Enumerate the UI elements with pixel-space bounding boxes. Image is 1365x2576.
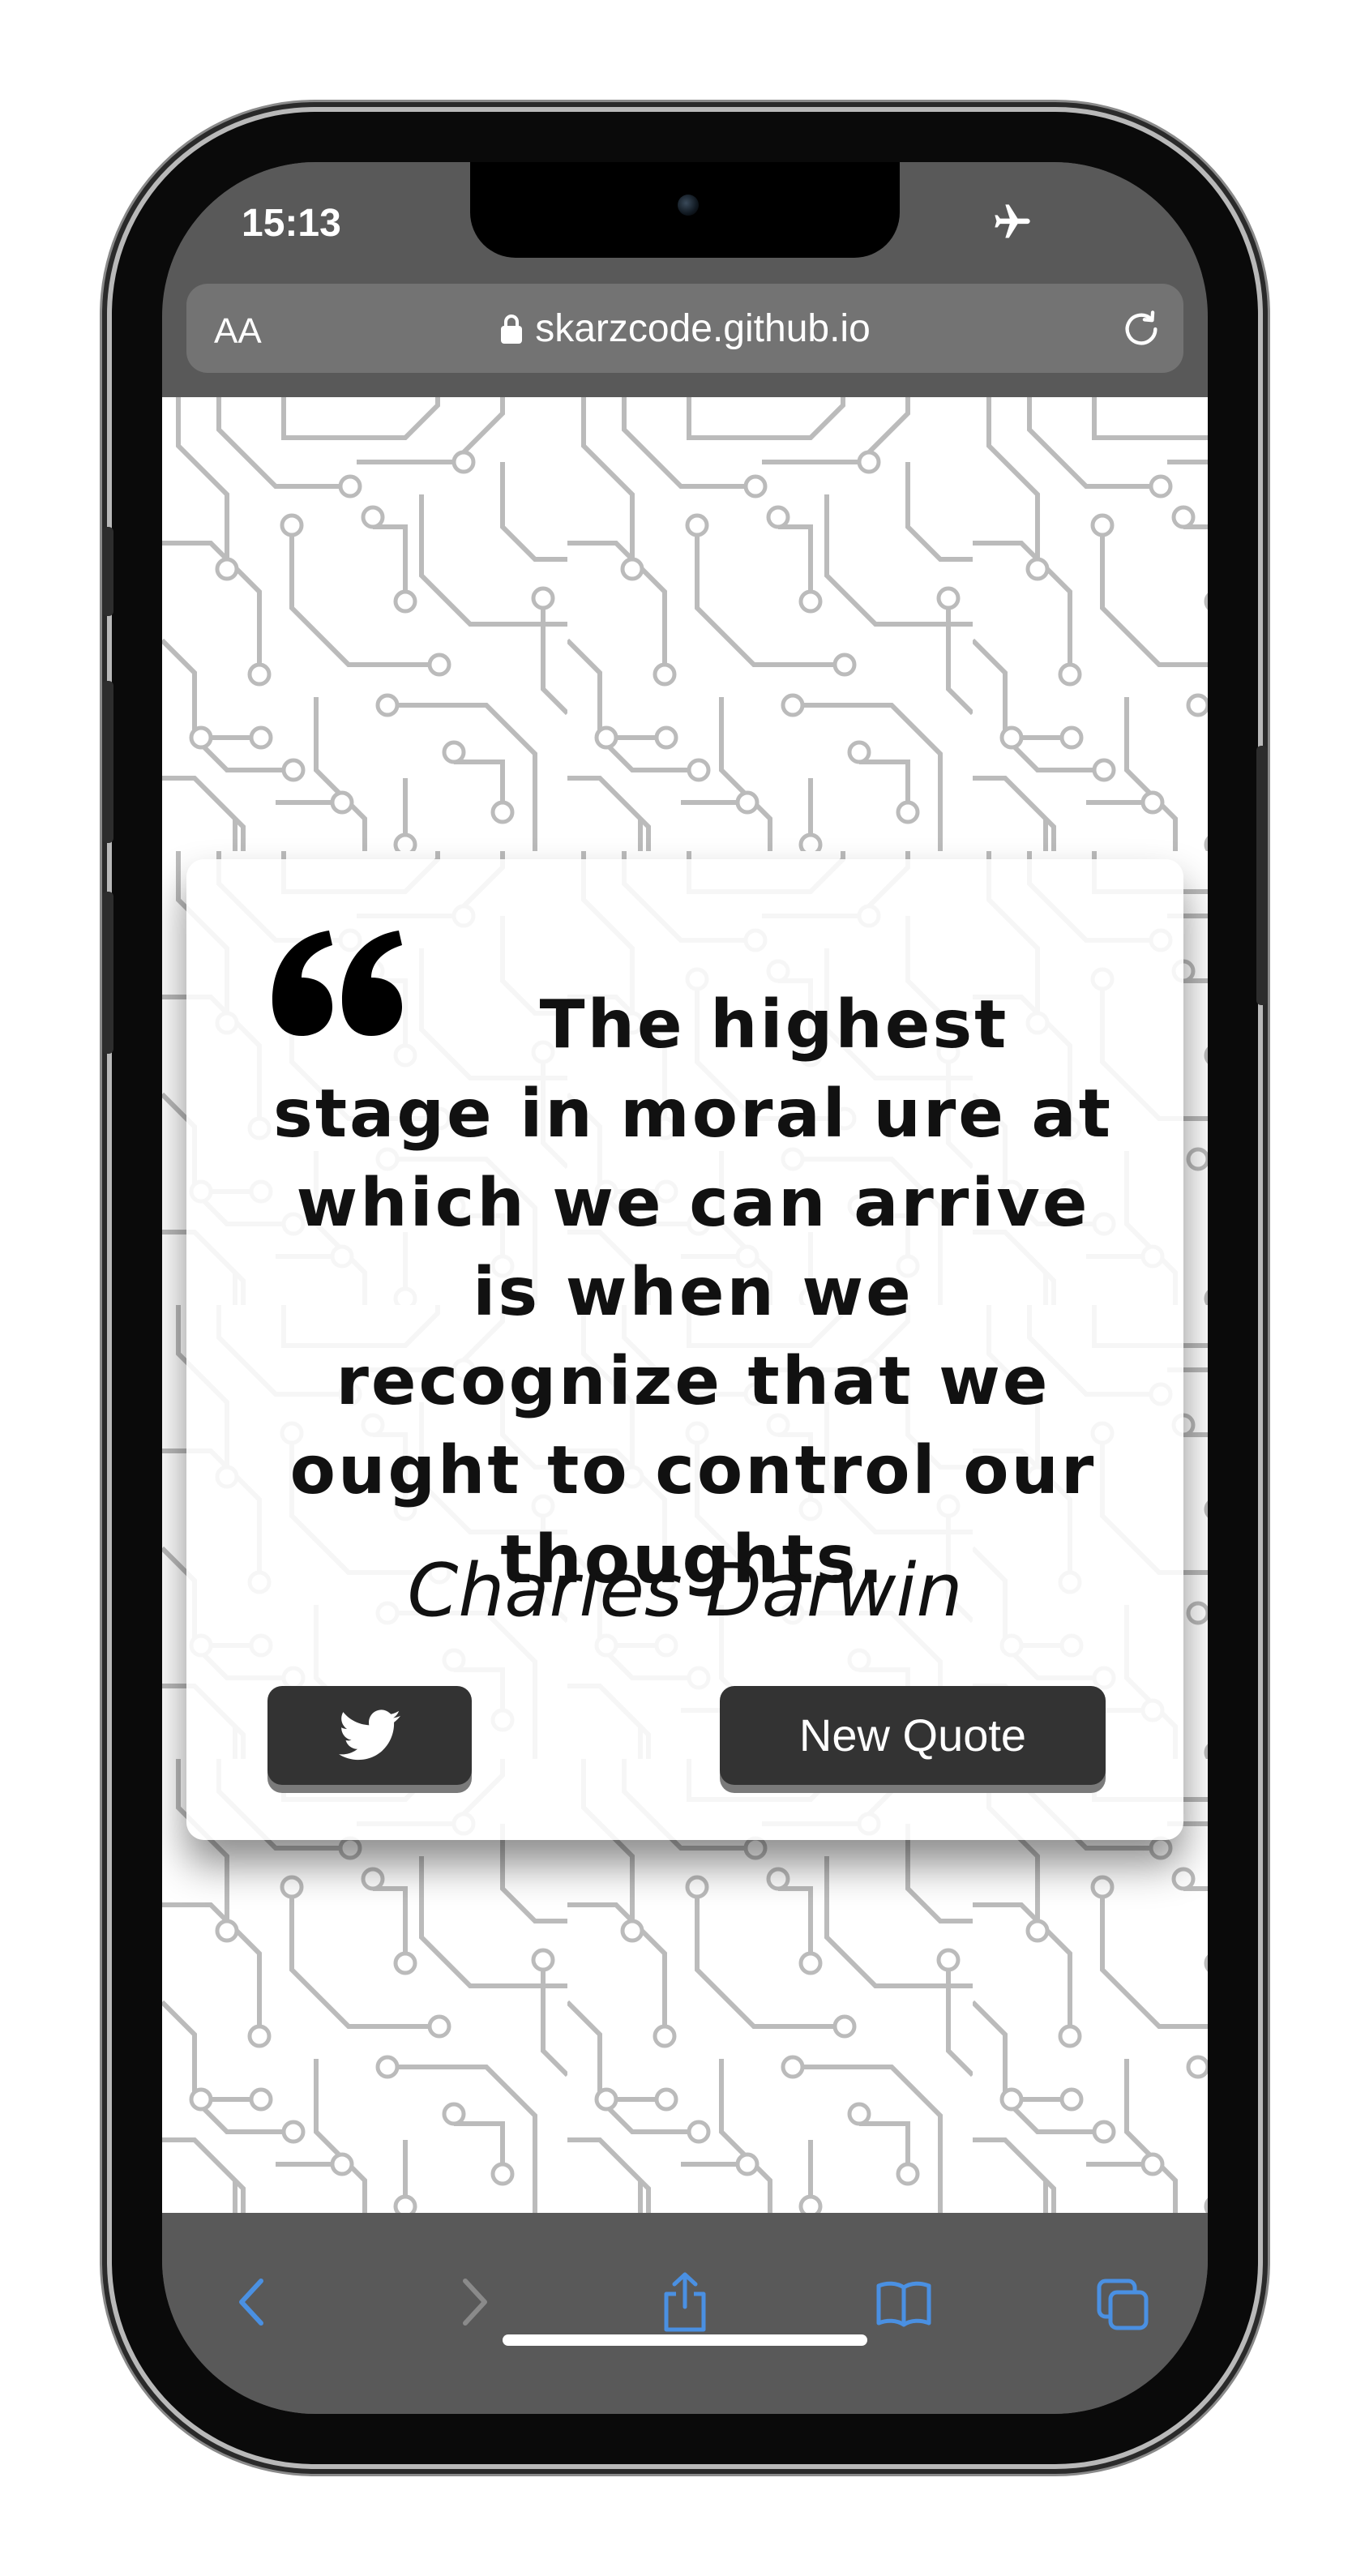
tweet-button[interactable] (267, 1686, 472, 1785)
twitter-icon (339, 1709, 400, 1761)
status-bar: 15:13 (162, 162, 1208, 276)
tabs-icon[interactable] (1094, 2270, 1151, 2334)
new-quote-button[interactable]: New Quote (720, 1686, 1106, 1785)
forward-icon[interactable] (444, 2270, 501, 2334)
address-bar[interactable]: AA skarzcode.github.io (186, 284, 1183, 373)
front-camera (678, 195, 699, 216)
silent-switch (102, 527, 113, 616)
url-field[interactable]: skarzcode.github.io (186, 306, 1183, 351)
volume-down-button (102, 892, 113, 1054)
quote-author: Charles Darwin (407, 1548, 963, 1633)
url-text: skarzcode.github.io (535, 307, 871, 350)
home-indicator[interactable] (503, 2334, 867, 2346)
volume-up-button (102, 681, 113, 843)
quote-card: The highest stage in moral ure at which … (186, 859, 1183, 1840)
phone-screen: 15:13 AA skarzcode.github.io The highest… (162, 162, 1208, 2414)
web-content: The highest stage in moral ure at which … (162, 397, 1208, 2213)
lock-icon (501, 315, 523, 344)
bookmarks-icon[interactable] (875, 2270, 932, 2334)
quote-text: The highest stage in moral ure at which … (273, 986, 1113, 1598)
power-button (1256, 746, 1268, 1005)
status-time: 15:13 (242, 202, 341, 245)
browser-toolbar (162, 2213, 1208, 2414)
airplane-icon (995, 204, 1030, 238)
reload-icon[interactable] (1120, 308, 1162, 350)
share-icon[interactable] (657, 2270, 713, 2334)
back-icon[interactable] (225, 2270, 282, 2334)
